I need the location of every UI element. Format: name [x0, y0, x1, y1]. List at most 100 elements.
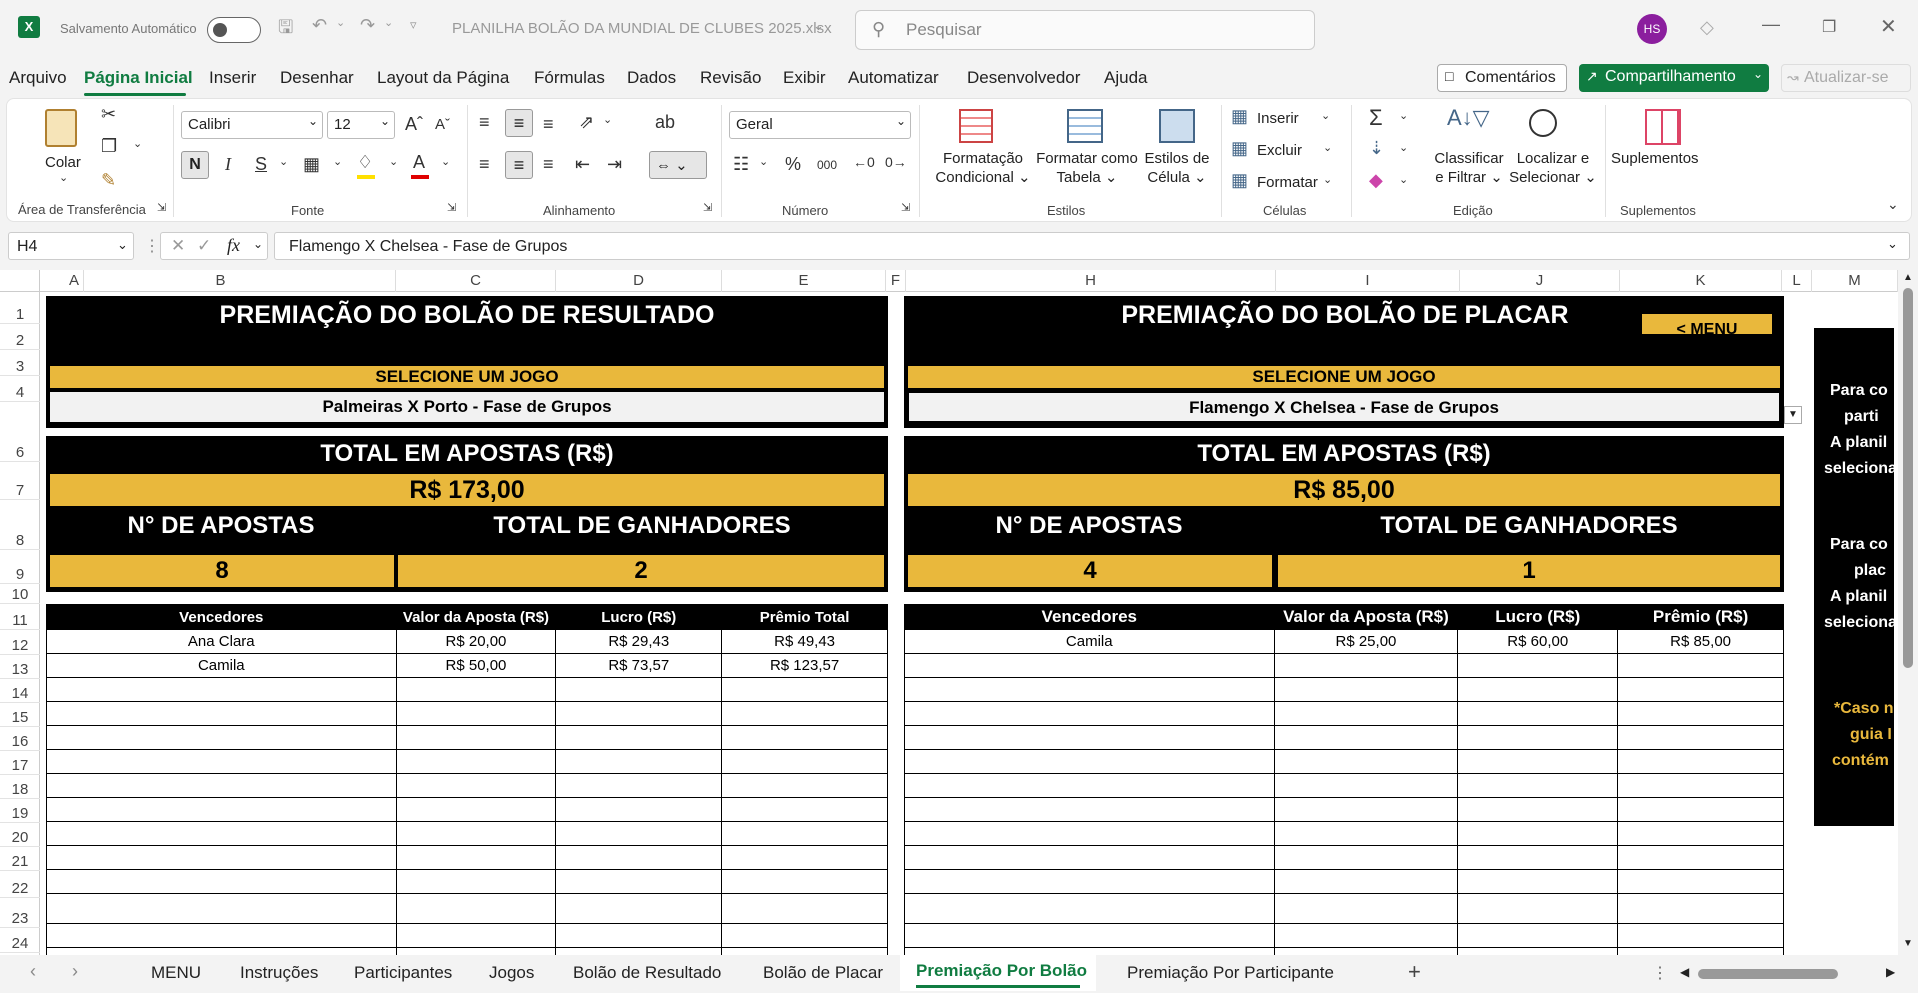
table-row[interactable] — [904, 947, 1784, 955]
table-row[interactable] — [904, 845, 1784, 870]
delete-cells-icon[interactable]: ▦ — [1231, 139, 1248, 157]
empty-cell[interactable] — [1273, 725, 1459, 750]
format-as-table-button[interactable]: Formatar como Tabela ⌄ — [1031, 149, 1143, 187]
row-header[interactable]: 17 — [0, 757, 40, 775]
redo-dropdown-icon[interactable]: ⌄ — [384, 18, 393, 29]
table-row[interactable] — [904, 869, 1784, 894]
table-row[interactable] — [46, 923, 888, 948]
comments-button[interactable]: □ Comentários — [1437, 64, 1567, 92]
add-sheet-icon[interactable]: + — [1408, 959, 1421, 985]
row-header[interactable]: 6 — [0, 444, 40, 462]
bold-button[interactable]: N — [181, 151, 209, 179]
row-header[interactable]: 24 — [0, 935, 40, 953]
empty-cell[interactable] — [1273, 677, 1459, 702]
more-options-icon[interactable]: ⋮ — [144, 236, 160, 256]
table-row[interactable] — [46, 797, 888, 822]
diamond-icon[interactable]: ◇ — [1700, 18, 1714, 36]
prev-sheet-icon[interactable]: ‹ — [30, 961, 36, 982]
sheet-tab-bolao-resultado[interactable]: Bolão de Resultado — [573, 963, 721, 983]
col-header-e[interactable]: E — [722, 270, 886, 292]
align-middle-button[interactable]: ≡ — [505, 109, 533, 137]
empty-cell[interactable] — [1273, 821, 1459, 846]
empty-cell[interactable] — [555, 845, 723, 870]
empty-cell[interactable] — [904, 845, 1275, 870]
clipboard-launcher-icon[interactable]: ⇲ — [157, 203, 166, 214]
col-header-k[interactable]: K — [1620, 270, 1782, 292]
empty-cell[interactable] — [904, 797, 1275, 822]
autosave-toggle[interactable] — [207, 17, 261, 43]
empty-cell[interactable] — [1273, 749, 1459, 774]
tab-desenhar[interactable]: Desenhar — [280, 68, 354, 88]
empty-cell[interactable] — [1273, 923, 1459, 948]
col-header-h[interactable]: H — [906, 270, 1276, 292]
insert-function-icon[interactable]: fx — [227, 235, 240, 256]
empty-cell[interactable] — [1617, 923, 1784, 948]
empty-cell[interactable] — [1617, 725, 1784, 750]
empty-cell[interactable] — [1273, 797, 1459, 822]
sort-filter-icon[interactable]: A↓▽ — [1447, 107, 1490, 129]
row-header[interactable]: 18 — [0, 781, 40, 799]
format-cells-button[interactable]: Formatar — [1257, 173, 1318, 192]
tab-arquivo[interactable]: Arquivo — [9, 68, 67, 88]
empty-cell[interactable] — [555, 773, 723, 798]
empty-cell[interactable] — [1617, 797, 1784, 822]
clear-icon[interactable]: ◆ — [1369, 171, 1383, 189]
tab-inserir[interactable]: Inserir — [209, 68, 256, 88]
empty-cell[interactable] — [721, 893, 888, 924]
game-dropdown-arrow-icon[interactable]: ▼ — [1784, 406, 1802, 424]
copy-chevron-icon[interactable]: ⌄ — [133, 139, 142, 150]
sheet-tab-bolao-placar[interactable]: Bolão de Placar — [763, 963, 883, 983]
insert-cells-icon[interactable]: ▦ — [1231, 107, 1248, 125]
col-header-b[interactable]: B — [46, 270, 396, 292]
table-row[interactable]: Ana Clara R$ 20,00 R$ 29,43 R$ 49,43 — [46, 629, 888, 654]
empty-cell[interactable] — [46, 773, 397, 798]
empty-cell[interactable] — [46, 947, 397, 955]
tab-layout-da-pagina[interactable]: Layout da Página — [377, 68, 509, 88]
align-right-icon[interactable]: ≡ — [543, 155, 554, 173]
update-button[interactable]: ↝ Atualizar-se — [1781, 64, 1911, 92]
empty-cell[interactable] — [1617, 893, 1784, 924]
empty-cell[interactable] — [555, 869, 723, 894]
table-row[interactable] — [46, 701, 888, 726]
sheet-tab-premiacao-por-bolao[interactable]: Premiação Por Bolão — [900, 955, 1096, 991]
underline-button[interactable]: S — [255, 155, 267, 173]
empty-cell[interactable] — [721, 869, 888, 894]
empty-cell[interactable] — [555, 701, 723, 726]
empty-cell[interactable] — [1457, 893, 1619, 924]
percent-button[interactable]: % — [785, 155, 801, 173]
empty-cell[interactable] — [395, 947, 557, 955]
empty-cell[interactable] — [555, 947, 723, 955]
tab-pagina-inicial[interactable]: Página Inicial — [84, 68, 193, 88]
empty-cell[interactable] — [904, 701, 1275, 726]
empty-cell[interactable] — [555, 749, 723, 774]
fill-icon[interactable]: ⇣ — [1369, 139, 1384, 157]
format-as-table-icon[interactable] — [1067, 109, 1103, 143]
winner-name[interactable]: Camila — [904, 629, 1275, 654]
paste-button[interactable]: Colar — [45, 153, 81, 172]
row-header[interactable]: 11 — [0, 612, 40, 630]
paste-chevron-icon[interactable]: ⌄ — [59, 173, 68, 184]
prize-value[interactable]: R$ 123,57 — [721, 653, 888, 678]
empty-cell[interactable] — [1617, 947, 1784, 955]
scroll-thumb[interactable] — [1903, 288, 1913, 668]
empty-cell[interactable] — [555, 677, 723, 702]
font-name-dropdown[interactable]: Calibri ⌄ — [181, 111, 323, 139]
increase-indent-icon[interactable]: ⇥ — [607, 155, 622, 173]
empty-cell[interactable] — [555, 821, 723, 846]
col-header-f[interactable]: F — [886, 270, 906, 292]
borders-chevron-icon[interactable]: ⌄ — [333, 157, 342, 168]
redo-icon[interactable]: ↷ — [360, 16, 375, 34]
prize-value[interactable]: R$ 49,43 — [721, 629, 888, 654]
font-color-icon[interactable]: A — [413, 153, 425, 171]
sort-filter-button[interactable]: Classificar e Filtrar ⌄ — [1425, 149, 1513, 187]
empty-cell[interactable] — [1457, 677, 1619, 702]
conditional-formatting-icon[interactable] — [959, 109, 993, 143]
orientation-icon[interactable]: ⇗ — [579, 113, 594, 131]
find-select-button[interactable]: Localizar e Selecionar ⌄ — [1507, 149, 1599, 187]
cancel-icon[interactable]: ✕ — [171, 236, 185, 256]
empty-cell[interactable] — [721, 845, 888, 870]
table-row[interactable] — [46, 749, 888, 774]
file-name-chevron-icon[interactable]: ⌄ — [813, 18, 824, 34]
empty-cell[interactable] — [46, 677, 397, 702]
tab-desenvolvedor[interactable]: Desenvolvedor — [967, 68, 1080, 88]
